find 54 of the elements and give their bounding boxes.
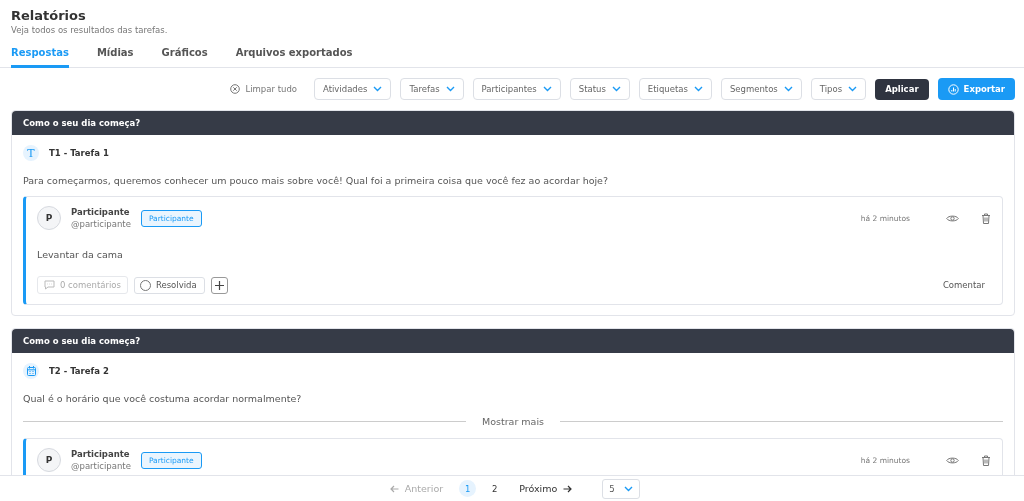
comment-link[interactable]: Comentar [936,279,991,291]
chart-icon [947,83,959,95]
comment-icon [44,280,55,290]
filter-dropdown[interactable]: Tipos [810,78,867,100]
question-text: Para começarmos, queremos conhecer um pouco mais sobre você! Qual foi a primeira coisa que você fez ao acordar hoje? [23,175,609,186]
clear-all-button[interactable]: Limpar tudo [224,83,303,95]
page-title: Relatórios [11,8,87,23]
apply-button[interactable]: Aplicar [875,78,929,100]
card-header: Como o seu dia começa? [12,111,1014,135]
answer-text: Levantar da cama [37,249,124,260]
filter-dropdown[interactable]: Participantes [472,78,561,100]
chevron-down-icon [611,86,621,92]
trash-icon[interactable] [981,212,991,224]
question-text: Qual é o horário que você costuma acordar normalmente? [23,393,303,404]
filter-dropdown[interactable]: Etiquetas [638,78,712,100]
task-label: T2 - Tarefa 2 [49,366,109,376]
filter-dropdown[interactable]: Segmentos [720,78,802,100]
chevron-down-icon [445,86,455,92]
chevron-down-icon [624,485,634,492]
calendar-icon [26,366,36,376]
arrow-left-icon [389,484,399,493]
tab[interactable]: Gráficos [161,44,208,68]
card-header: Como o seu dia começa? [12,329,1014,353]
participant-name: Participante [71,207,131,217]
page-subtitle: Veja todos os resultados das tarefas. [11,25,169,35]
eye-icon[interactable] [946,455,959,465]
avatar: P [37,206,61,230]
filter-dropdown[interactable]: Status [569,78,630,100]
filter-dropdown[interactable]: Tarefas [400,78,464,100]
add-button[interactable] [210,276,228,294]
chevron-down-icon [542,86,552,92]
tab[interactable]: Mídias [96,44,134,68]
chevron-down-icon [693,86,703,92]
chevron-down-icon [848,86,858,92]
trash-icon[interactable] [981,454,991,466]
tab[interactable]: Arquivos exportados [235,44,353,68]
next-button[interactable]: Próximo [513,482,579,495]
page-size-select[interactable]: 5 [602,478,641,499]
avatar: P [37,448,61,472]
resolved-toggle[interactable]: Resolvida [133,276,205,294]
participant-handle: @participante [71,461,131,471]
chevron-down-icon [783,86,793,92]
show-more-link[interactable]: Mostrar mais [476,415,550,428]
task-label: T1 - Tarefa 1 [49,148,109,158]
chevron-down-icon [373,86,383,92]
participant-name: Participante [71,449,131,459]
arrow-right-icon [563,484,573,493]
text-type-icon: T [23,145,39,161]
eye-icon[interactable] [946,213,959,223]
participant-handle: @participante [71,219,131,229]
filter-dropdown[interactable]: Atividades [314,78,392,100]
close-circle-icon [230,84,241,94]
plus-icon [214,280,224,290]
page-button[interactable]: 2 [486,480,504,497]
